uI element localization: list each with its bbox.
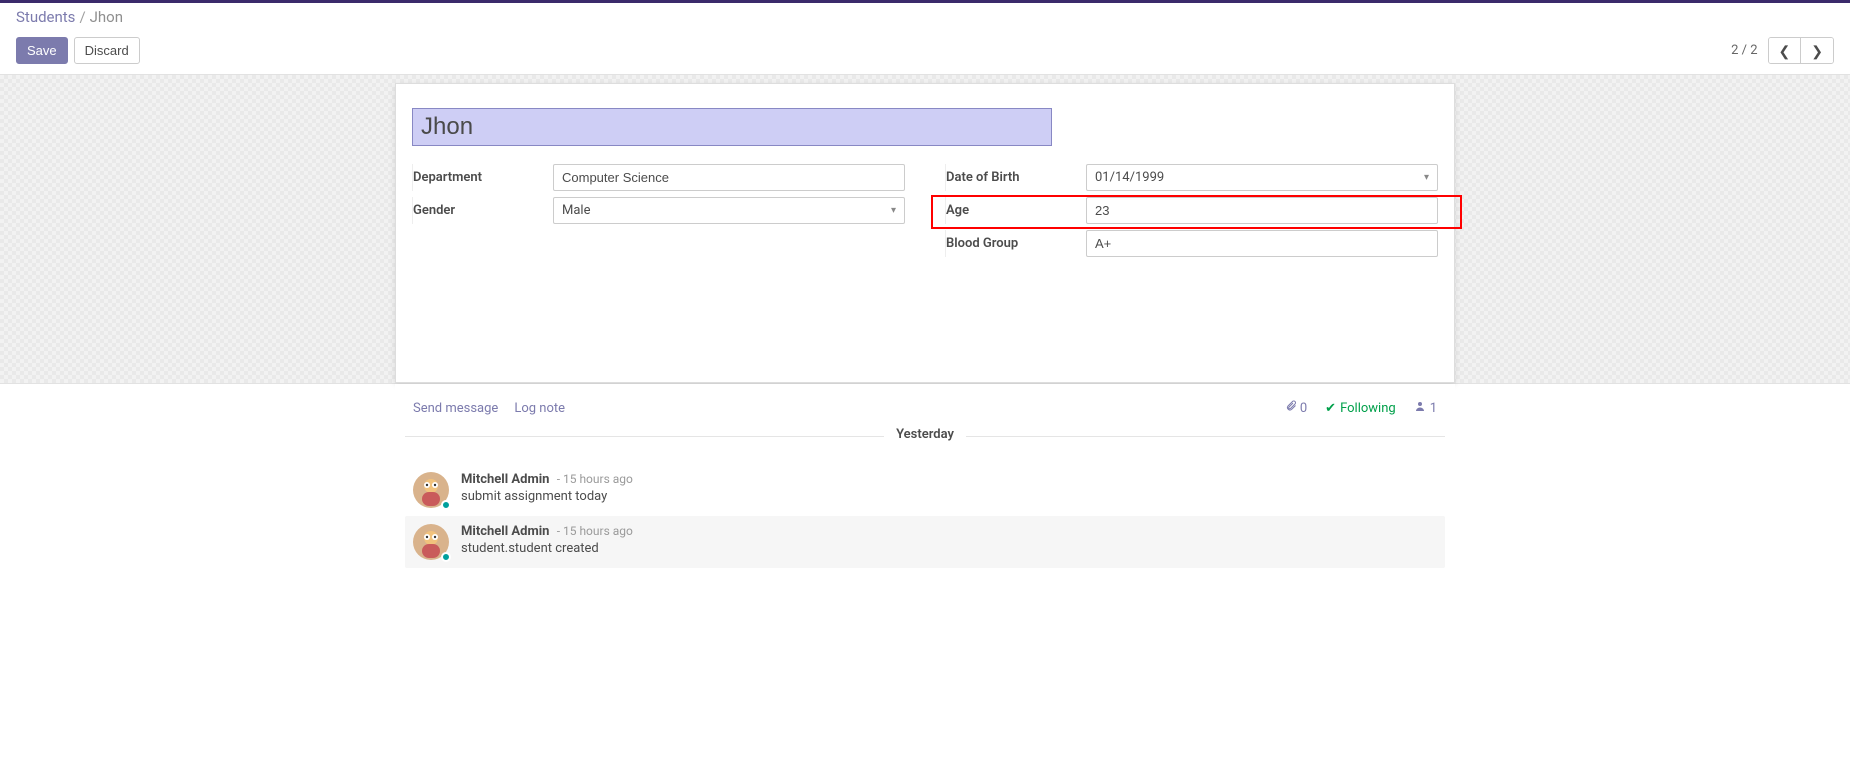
message-text: submit assignment today <box>461 489 633 504</box>
user-icon <box>1414 400 1426 416</box>
message-meta: - 15 hours ago <box>557 524 633 538</box>
control-panel-left: Save Discard <box>16 37 140 64</box>
message-body: Mitchell Admin - 15 hours ago student.st… <box>461 524 633 560</box>
age-input[interactable] <box>1086 197 1438 224</box>
department-input[interactable] <box>553 164 905 191</box>
following-label: Following <box>1340 401 1396 416</box>
name-input[interactable] <box>412 108 1052 146</box>
field-row-bloodgroup: Blood Group <box>945 230 1438 257</box>
follower-count: 1 <box>1430 401 1437 416</box>
message-item: Mitchell Admin - 15 hours ago submit ass… <box>405 464 1445 516</box>
form-sheet: Department Gender Male ▾ <box>395 83 1455 383</box>
check-icon: ✔ <box>1325 401 1336 416</box>
bloodgroup-input[interactable] <box>1086 230 1438 257</box>
field-col-left: Department Gender Male ▾ <box>412 164 905 230</box>
field-row-gender: Gender Male ▾ <box>412 197 905 224</box>
calendar-caret-icon: ▾ <box>1424 172 1429 183</box>
age-label: Age <box>946 199 1086 222</box>
avatar <box>413 524 449 560</box>
pager-next-button[interactable]: ❯ <box>1800 38 1833 63</box>
dob-input[interactable]: 01/14/1999 ▾ <box>1086 164 1438 191</box>
dob-value: 01/14/1999 <box>1095 170 1164 185</box>
gender-label: Gender <box>413 199 553 222</box>
field-columns: Department Gender Male ▾ <box>412 164 1438 263</box>
pager-nav: ❮ ❯ <box>1768 37 1834 64</box>
pager-current: 2 <box>1731 43 1738 58</box>
field-row-age: Age <box>945 197 1438 224</box>
chatter: Send message Log note 0 ✔ Following 1 <box>395 384 1455 608</box>
send-message-link[interactable]: Send message <box>413 401 498 416</box>
chevron-down-icon: ▾ <box>891 205 896 216</box>
bloodgroup-label: Blood Group <box>946 232 1086 255</box>
gender-select[interactable]: Male ▾ <box>553 197 905 224</box>
message-item: Mitchell Admin - 15 hours ago student.st… <box>405 516 1445 568</box>
control-panel: Save Discard 2 / 2 ❮ ❯ <box>0 31 1850 75</box>
gender-value: Male <box>562 203 590 218</box>
divider-label: Yesterday <box>884 427 966 442</box>
field-col-right: Date of Birth 01/14/1999 ▾ Age Bl <box>945 164 1438 263</box>
save-button[interactable]: Save <box>16 37 68 64</box>
message-author: Mitchell Admin <box>461 524 549 539</box>
field-row-department: Department <box>412 164 905 191</box>
pager-total: 2 <box>1750 43 1757 58</box>
attachment-count: 0 <box>1300 401 1307 416</box>
control-panel-right: 2 / 2 ❮ ❯ <box>1731 37 1834 64</box>
chevron-left-icon: ❮ <box>1779 44 1791 58</box>
following-button[interactable]: ✔ Following <box>1325 401 1396 416</box>
breadcrumb-separator: / <box>79 8 85 26</box>
message-text: student.student created <box>461 541 633 556</box>
presence-indicator <box>441 500 451 510</box>
breadcrumb-root[interactable]: Students <box>16 8 75 26</box>
chatter-links: Send message Log note <box>413 401 565 416</box>
breadcrumb-current: Jhon <box>90 8 123 26</box>
pager-prev-button[interactable]: ❮ <box>1769 38 1801 63</box>
presence-indicator <box>441 552 451 562</box>
chatter-divider: Yesterday <box>405 436 1445 452</box>
message-author: Mitchell Admin <box>461 472 549 487</box>
chevron-right-icon: ❯ <box>1811 44 1823 58</box>
pager-counter: 2 / 2 <box>1731 43 1757 58</box>
discard-button[interactable]: Discard <box>74 37 140 64</box>
chatter-top: Send message Log note 0 ✔ Following 1 <box>405 400 1445 428</box>
department-label: Department <box>413 166 553 189</box>
message-body: Mitchell Admin - 15 hours ago submit ass… <box>461 472 633 508</box>
field-row-dob: Date of Birth 01/14/1999 ▾ <box>945 164 1438 191</box>
workspace: Department Gender Male ▾ <box>0 75 1850 384</box>
attachments-button[interactable]: 0 <box>1285 400 1307 416</box>
message-meta: - 15 hours ago <box>557 472 633 486</box>
breadcrumb: Students / Jhon <box>16 8 123 26</box>
dob-label: Date of Birth <box>946 166 1086 189</box>
avatar <box>413 472 449 508</box>
header-bar: Students / Jhon <box>0 3 1850 31</box>
followers-button[interactable]: 1 <box>1414 400 1437 416</box>
log-note-link[interactable]: Log note <box>514 401 565 416</box>
paperclip-icon <box>1285 400 1297 416</box>
chatter-right: 0 ✔ Following 1 <box>1285 400 1437 416</box>
